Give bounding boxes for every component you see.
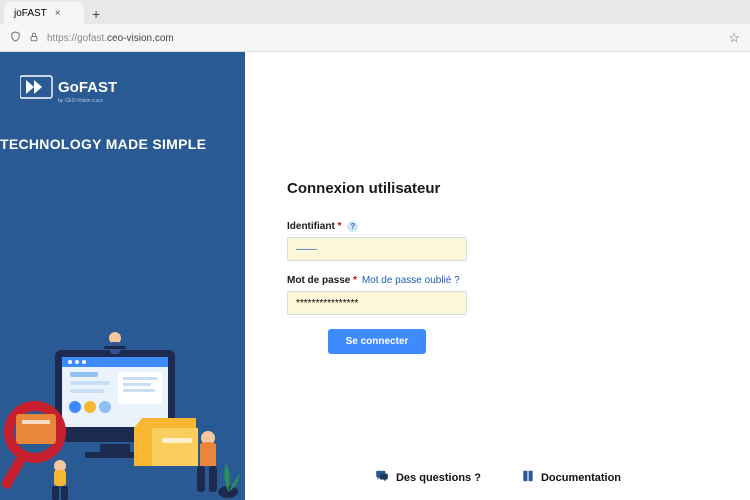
tab-title: joFAST (14, 8, 47, 19)
url-prefix: https://gofast. (47, 33, 107, 44)
lock-icon[interactable] (29, 32, 39, 45)
login-button[interactable]: Se connecter (328, 329, 427, 354)
right-panel: Connexion utilisateur Identifiant * ? Mo… (245, 52, 750, 500)
questions-link[interactable]: Des questions ? (374, 469, 481, 486)
help-icon[interactable]: ? (347, 221, 358, 232)
gofast-logo: GoFAST by CEO-Vision s.a.s (20, 74, 140, 108)
username-row: Identifiant * ? (287, 221, 507, 261)
bookmark-star-icon[interactable]: ☆ (728, 30, 740, 46)
tagline: TECHNOLOGY MADE SIMPLE (0, 136, 245, 152)
documentation-label: Documentation (541, 472, 621, 484)
submit-row: Se connecter (287, 329, 467, 354)
book-icon (521, 469, 535, 486)
address-bar-row: https://gofast.ceo-vision.com ☆ (0, 24, 750, 52)
login-title: Connexion utilisateur (287, 180, 507, 197)
url-domain: ceo-vision.com (107, 33, 174, 44)
questions-label: Des questions ? (396, 472, 481, 484)
tab-strip: joFAST × + (0, 0, 750, 24)
forgot-password-link[interactable]: Mot de passe oublié ? (362, 275, 460, 286)
svg-text:by CEO-Vision s.a.s: by CEO-Vision s.a.s (58, 98, 103, 104)
documentation-link[interactable]: Documentation (521, 469, 621, 486)
username-input[interactable] (287, 237, 467, 261)
logo-block: GoFAST by CEO-Vision s.a.s (0, 52, 245, 108)
password-label: Mot de passe (287, 275, 350, 286)
browser-tab[interactable]: joFAST × (4, 2, 84, 24)
page-content: GoFAST by CEO-Vision s.a.s TECHNOLOGY MA… (0, 52, 750, 500)
shield-icon[interactable] (10, 31, 21, 45)
hero-illustration (0, 310, 245, 500)
chat-icon (374, 469, 390, 486)
password-row: Mot de passe * Mot de passe oublié ? (287, 275, 507, 315)
required-mark: * (338, 221, 342, 232)
login-form: Connexion utilisateur Identifiant * ? Mo… (287, 180, 507, 354)
left-panel: GoFAST by CEO-Vision s.a.s TECHNOLOGY MA… (0, 52, 245, 500)
password-input[interactable] (287, 291, 467, 315)
address-bar[interactable]: https://gofast.ceo-vision.com (47, 33, 720, 44)
svg-text:GoFAST: GoFAST (58, 79, 117, 96)
new-tab-button[interactable]: + (84, 4, 108, 24)
password-label-line: Mot de passe * Mot de passe oublié ? (287, 275, 507, 286)
close-icon[interactable]: × (55, 8, 61, 19)
browser-chrome: joFAST × + https://gofast.ceo-vision.com… (0, 0, 750, 52)
footer-links: Des questions ? Documentation (245, 469, 750, 486)
username-label-line: Identifiant * ? (287, 221, 507, 232)
username-label: Identifiant (287, 221, 335, 232)
required-mark: * (353, 275, 357, 286)
